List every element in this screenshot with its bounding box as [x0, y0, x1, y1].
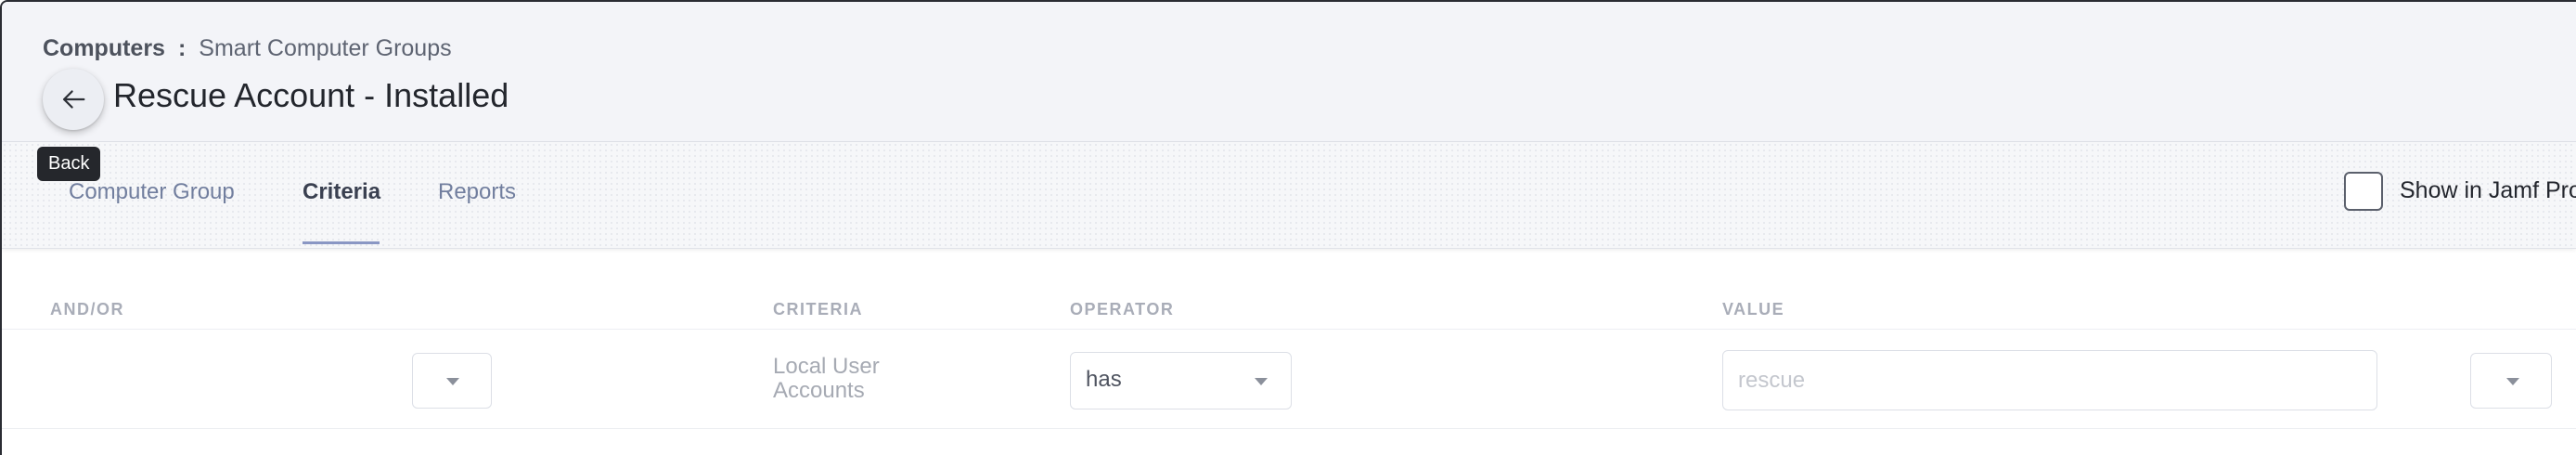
- show-in-jamf-checkbox[interactable]: [2344, 172, 2383, 211]
- active-tab-indicator: [303, 241, 380, 244]
- operator-select[interactable]: has: [1070, 352, 1292, 410]
- breadcrumb-separator: :: [177, 35, 187, 61]
- column-header-value: VALUE: [1722, 300, 1785, 318]
- back-tooltip: Back: [37, 147, 101, 181]
- operator-value: has: [1086, 367, 1122, 392]
- app-window: Computers: Smart Computer Groups Rescue A…: [0, 0, 2576, 455]
- breadcrumb: Computers: Smart Computer Groups: [43, 35, 452, 62]
- row-divider: [2, 428, 2576, 429]
- criteria-name: Local User Accounts: [773, 354, 880, 403]
- column-header-operator: OPERATOR: [1070, 300, 1175, 318]
- column-header-criteria: CRITERIA: [773, 300, 863, 318]
- breadcrumb-current: Smart Computer Groups: [199, 35, 452, 61]
- tab-reports[interactable]: Reports: [438, 179, 516, 205]
- caret-down-icon: [2506, 378, 2519, 385]
- row-divider: [2, 329, 2576, 330]
- value-input[interactable]: [1722, 350, 2377, 410]
- tab-computer-group[interactable]: Computer Group: [69, 179, 235, 205]
- caret-down-icon: [1255, 378, 1268, 385]
- row-options-select[interactable]: [2470, 353, 2552, 409]
- column-header-and-or: AND/OR: [50, 300, 124, 318]
- arrow-left-icon: [62, 90, 85, 109]
- tabs-bar: Computer Group Criteria Reports Show in …: [2, 142, 2576, 249]
- back-button[interactable]: [43, 69, 104, 130]
- tab-criteria[interactable]: Criteria: [303, 179, 380, 205]
- breadcrumb-computers-link[interactable]: Computers: [43, 35, 165, 61]
- and-or-select[interactable]: [412, 353, 492, 409]
- caret-down-icon: [446, 378, 459, 385]
- page-header: Computers: Smart Computer Groups Rescue A…: [2, 2, 2576, 142]
- show-in-jamf-label: Show in Jamf Pro: [2400, 177, 2576, 203]
- page-title: Rescue Account - Installed: [113, 76, 509, 114]
